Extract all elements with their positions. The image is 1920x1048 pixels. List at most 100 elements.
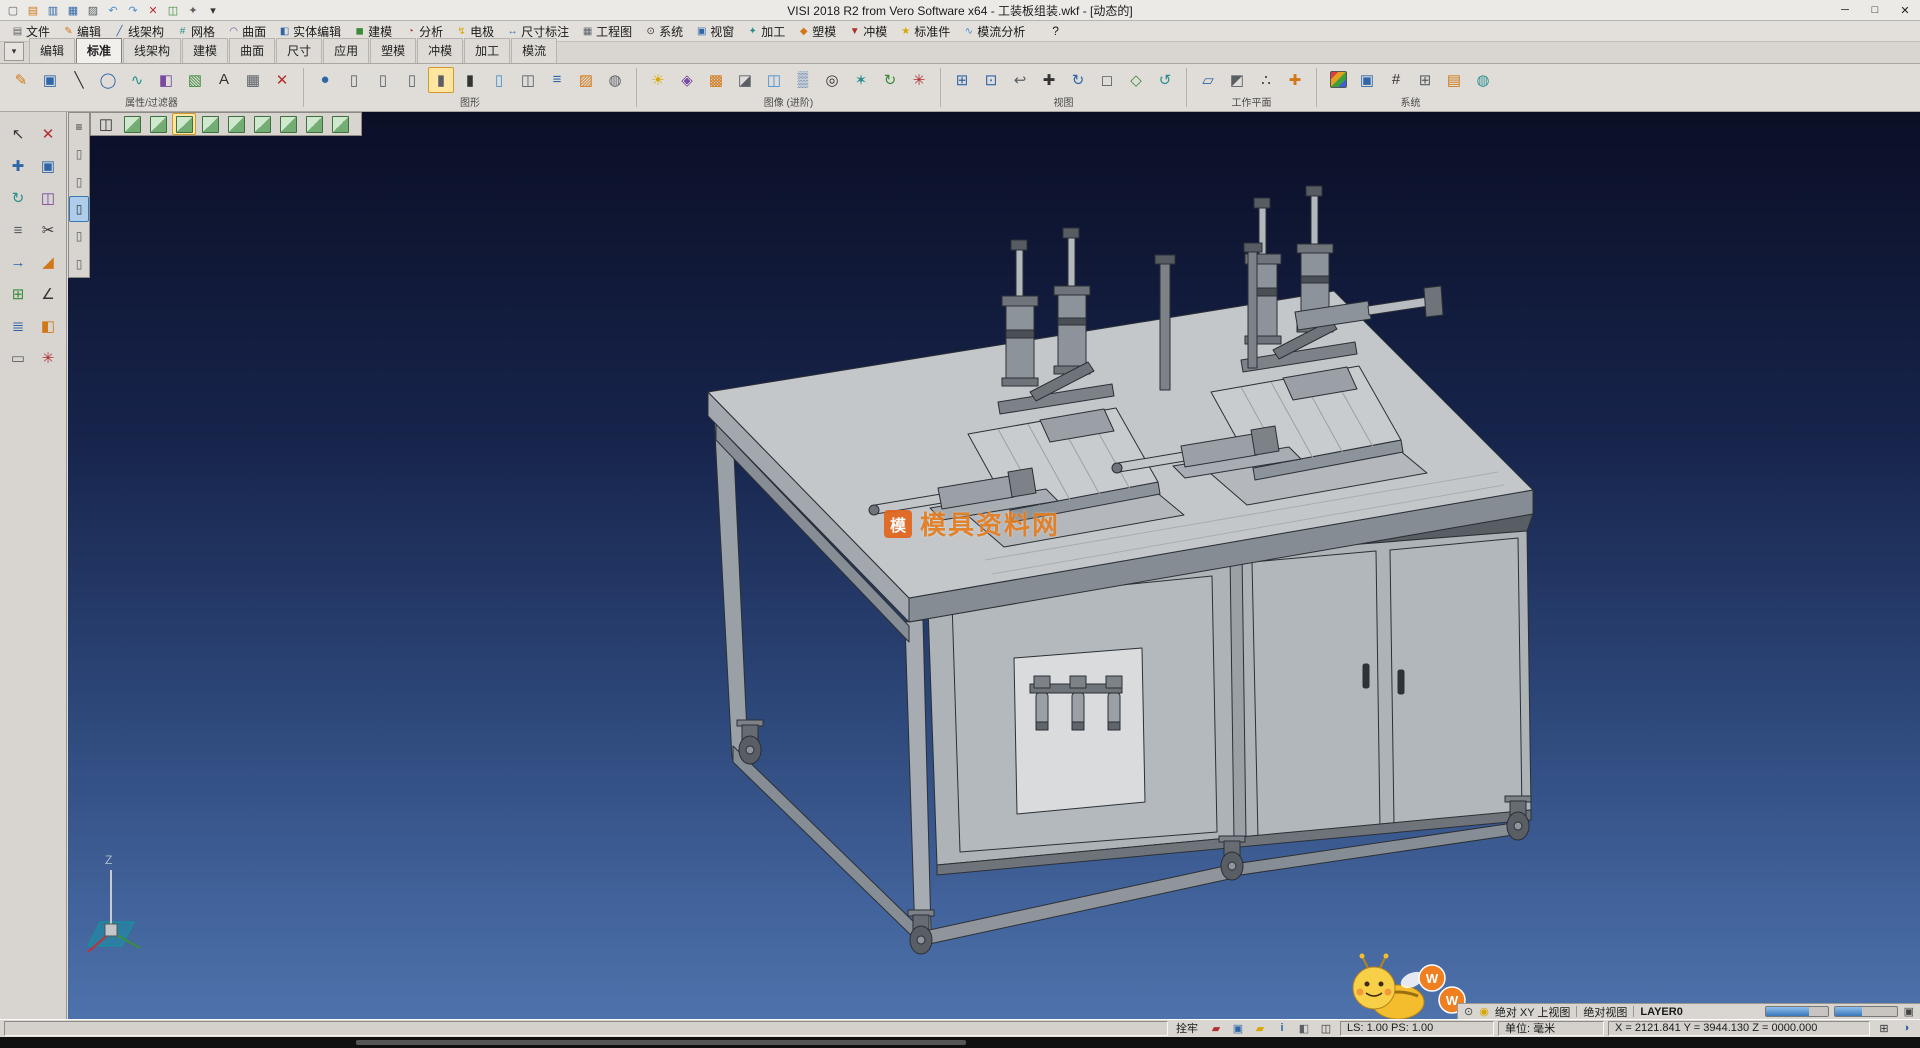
filter-solid-icon[interactable]: ▧	[182, 67, 208, 93]
tab-machining[interactable]: 加工	[464, 38, 510, 63]
menu-window[interactable]: ▣ 视窗	[690, 22, 740, 41]
filter-group-icon[interactable]: ▦	[240, 67, 266, 93]
group-tool-icon[interactable]: ▭	[4, 344, 32, 372]
options-icon[interactable]: ✦	[184, 3, 202, 18]
reflections-icon[interactable]: ◫	[761, 67, 787, 93]
filter-reset-icon[interactable]: ✕	[269, 67, 295, 93]
rotate-tool-icon[interactable]: ↻	[4, 184, 32, 212]
rotate-view-icon[interactable]: ↻	[1065, 67, 1091, 93]
color-tool-icon[interactable]: ◧	[34, 312, 62, 340]
hidden-line-view-icon[interactable]: ▯	[370, 67, 396, 93]
workplane-face-icon[interactable]: ◩	[1224, 67, 1250, 93]
filter-curve-icon[interactable]: ∿	[124, 67, 150, 93]
viewport-layout-icon[interactable]: ◫	[94, 113, 118, 135]
extend-tool-icon[interactable]: →	[4, 248, 32, 276]
trim-tool-icon[interactable]: ✂	[34, 216, 62, 244]
delete-icon[interactable]: ✕	[144, 3, 162, 18]
new-file-icon[interactable]: ▢	[4, 3, 22, 18]
view-cube-4[interactable]	[198, 113, 222, 135]
render-settings-icon[interactable]: ✳	[906, 67, 932, 93]
view-cube-9[interactable]	[328, 113, 352, 135]
view-reference-label[interactable]: 绝对视图	[1583, 1004, 1627, 1020]
status-mini-icon[interactable]: ▣	[1904, 1005, 1914, 1018]
zoom-indicator-icon[interactable]: ⊙	[1464, 1005, 1473, 1018]
views-icon[interactable]: ◫	[164, 3, 182, 18]
grid-snap-icon[interactable]: ⊞	[1874, 1020, 1894, 1036]
redo-icon[interactable]: ↷	[124, 3, 142, 18]
save-icon[interactable]: ▥	[44, 3, 62, 18]
database-icon[interactable]: ▤	[1441, 67, 1467, 93]
paint-faces-icon[interactable]: ▨	[573, 67, 599, 93]
dashed-hidden-view-icon[interactable]: ▯	[399, 67, 425, 93]
background-icon[interactable]: ▒	[790, 67, 816, 93]
layer-slot-4[interactable]: ▯	[69, 223, 89, 249]
screen-layout-icon[interactable]: ▣	[1354, 67, 1380, 93]
scale-tool-icon[interactable]: ◢	[34, 248, 62, 276]
snapshot-icon[interactable]: ✶	[848, 67, 874, 93]
textures-icon[interactable]: ▩	[703, 67, 729, 93]
tab-standard[interactable]: 标准	[76, 38, 122, 63]
monitor-status-icon[interactable]: ▣	[1228, 1020, 1248, 1036]
light-indicator-icon[interactable]: ◉	[1479, 1005, 1489, 1018]
tab-dimension[interactable]: 尺寸	[276, 38, 322, 63]
menu-system[interactable]: ⊙ 系统	[639, 22, 689, 41]
menu-moldflow[interactable]: ∿ 模流分析	[957, 22, 1031, 41]
tab-apply[interactable]: 应用	[323, 38, 369, 63]
info-status-icon[interactable]: i	[1272, 1020, 1292, 1036]
view-cube-8[interactable]	[302, 113, 326, 135]
layer-slot-5[interactable]: ▯	[69, 251, 89, 277]
offset-tool-icon[interactable]: ≡	[4, 216, 32, 244]
shaded-edges-view-icon[interactable]: ▮	[457, 67, 483, 93]
open-file-icon[interactable]: ▤	[24, 3, 42, 18]
render-mode-icon[interactable]: ◑	[1896, 1020, 1916, 1036]
view-cube-5[interactable]	[224, 113, 248, 135]
view-cube-7[interactable]	[276, 113, 300, 135]
save-all-icon[interactable]: ▦	[64, 3, 82, 18]
globe-icon[interactable]: ◍	[1470, 67, 1496, 93]
undo-icon[interactable]: ↶	[104, 3, 122, 18]
animation-icon[interactable]: ↻	[877, 67, 903, 93]
mirror-tool-icon[interactable]: ◫	[34, 184, 62, 212]
shaded-view-icon[interactable]: ▮	[428, 67, 454, 93]
shaded-sphere-icon[interactable]: ●	[312, 67, 338, 93]
pan-icon[interactable]: ✚	[1036, 67, 1062, 93]
camera-icon[interactable]: ◎	[819, 67, 845, 93]
viewport-3d[interactable]: Z W W 模 模具资料网	[68, 112, 1920, 1019]
layer-slot-2[interactable]: ▯	[69, 169, 89, 195]
calculator-icon[interactable]: #	[1383, 67, 1409, 93]
select-tool-icon[interactable]: ↖	[4, 120, 32, 148]
strip-menu-icon[interactable]: ≡	[69, 114, 89, 140]
profile-status-icon[interactable]: ▰	[1206, 1020, 1226, 1036]
tab-die[interactable]: 冲模	[417, 38, 463, 63]
close-button[interactable]: ✕	[1890, 0, 1920, 20]
attribute-edit-icon[interactable]: ✎	[8, 67, 34, 93]
zoom-previous-icon[interactable]: ↩	[1007, 67, 1033, 93]
filter-text-icon[interactable]: A	[211, 67, 237, 93]
filter-surface-icon[interactable]: ◧	[153, 67, 179, 93]
zoom-window-icon[interactable]: ⊡	[978, 67, 1004, 93]
section-view-icon[interactable]: ◫	[515, 67, 541, 93]
workplane-dynamic-icon[interactable]: ✚	[1282, 67, 1308, 93]
attribute-match-icon[interactable]: ▣	[37, 67, 63, 93]
workplane-standard-icon[interactable]: ▱	[1195, 67, 1221, 93]
menu-die[interactable]: ▼ 冲模	[843, 22, 893, 41]
wireframe-view-icon[interactable]: ▯	[341, 67, 367, 93]
move-tool-icon[interactable]: ✚	[4, 152, 32, 180]
print-icon[interactable]: ▨	[84, 3, 102, 18]
tab-dropdown-button[interactable]: ▾	[4, 42, 24, 61]
layer-slot-1[interactable]: ▯	[69, 141, 89, 167]
grid-icon[interactable]: ⊞	[1412, 67, 1438, 93]
folder-status-icon[interactable]: ▰	[1250, 1020, 1270, 1036]
view-mode-label[interactable]: 绝对 XY 上视图	[1495, 1004, 1571, 1020]
materials-icon[interactable]: ◈	[674, 67, 700, 93]
filter-circle-icon[interactable]: ◯	[95, 67, 121, 93]
tab-flow[interactable]: 模流	[511, 38, 557, 63]
snap-lock-label[interactable]: 拴牢	[1172, 1020, 1202, 1036]
measure-tool-icon[interactable]: ∠	[34, 280, 62, 308]
layer-stack-icon[interactable]: ≡	[544, 67, 570, 93]
explode-tool-icon[interactable]: ✳	[34, 344, 62, 372]
tab-mold[interactable]: 塑模	[370, 38, 416, 63]
filter-line-icon[interactable]: ╲	[66, 67, 92, 93]
copy-tool-icon[interactable]: ▣	[34, 152, 62, 180]
sphere-quality-icon[interactable]: ◍	[602, 67, 628, 93]
